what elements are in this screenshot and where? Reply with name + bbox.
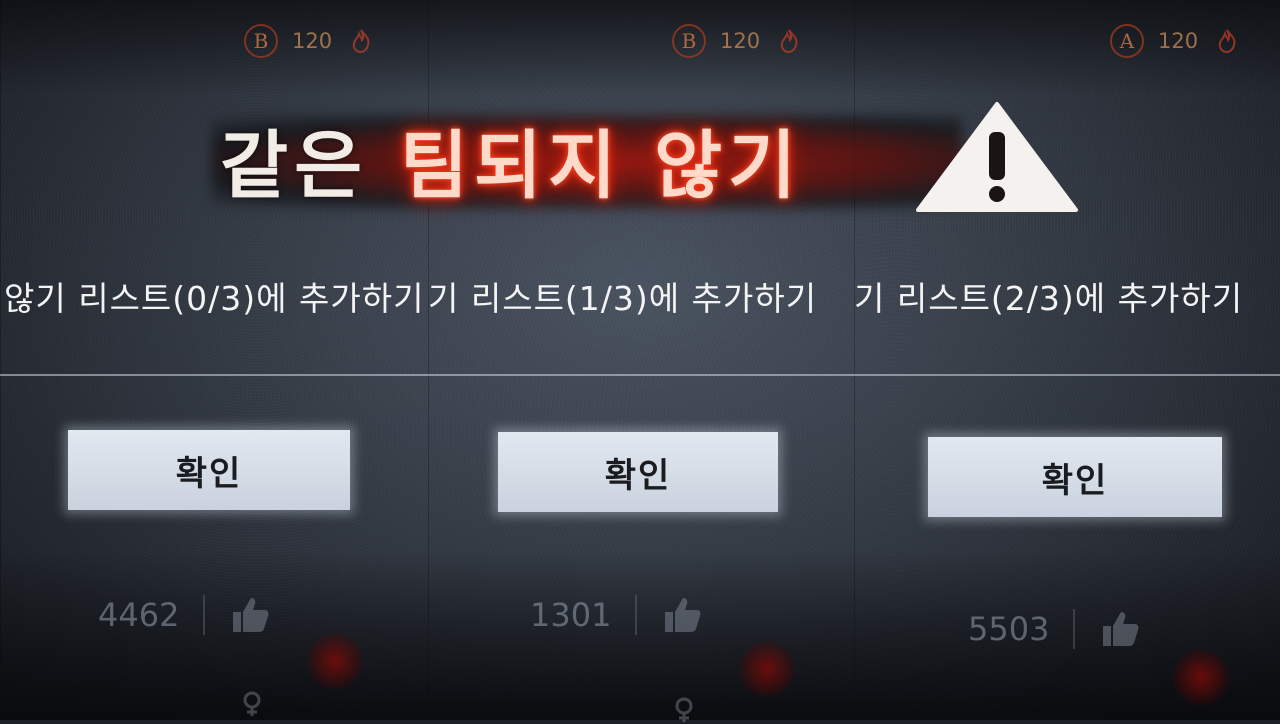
dialog-message: 않기 리스트(0/3)에 추가하기 [4,279,425,318]
like-count: 1301 [530,596,612,634]
stat-separator [203,595,206,635]
panel-1-stats: 4462 [98,592,273,638]
status-orb [1172,648,1230,706]
like-count: 5503 [968,610,1050,648]
stat-separator [635,595,638,635]
flame-icon [1212,26,1242,56]
grade-value: 120 [1158,29,1199,53]
stat-separator [1073,609,1076,649]
panel-1-topbar: B 120 [244,24,376,58]
confirm-button[interactable]: 확인 [68,430,350,510]
dialog-message: 기 리스트(1/3)에 추가하기 [428,279,818,318]
dialog-message: 기 리스트(2/3)에 추가하기 [854,279,1244,318]
thumbs-up-icon[interactable] [1097,606,1143,652]
flame-icon [346,26,376,56]
grade-value: 120 [292,29,333,53]
thumbs-up-icon[interactable] [659,592,705,638]
divider [0,374,1280,376]
panel-3-topbar: A 120 [1110,24,1242,58]
subtitle-row: 않기 리스트(0/3)에 추가하기 기 리스트(1/3)에 추가하기 기 리스트… [0,272,1280,328]
top-shade [0,0,1280,95]
title-white-part: 같은 [220,123,400,209]
thumbs-up-icon[interactable] [227,592,273,638]
panel-3-stats: 5503 [968,606,1143,652]
status-orb [306,632,364,690]
title-red-part: 팀되지 않기 [399,123,803,209]
panel-2-topbar: B 120 [672,24,804,58]
gender-icon [243,691,261,716]
panel-2-stats: 1301 [530,592,705,638]
grade-emblem-icon: A [1110,24,1144,58]
confirm-button[interactable]: 확인 [928,437,1222,517]
warning-triangle-icon [916,102,1078,212]
grade-emblem-icon: B [672,24,706,58]
grade-emblem-icon: B [244,24,278,58]
title-banner: 같은 팀되지 않기 [212,98,1092,218]
dialog-title: 같은 팀되지 않기 [220,106,802,213]
confirm-button[interactable]: 확인 [498,432,778,512]
grade-value: 120 [720,29,761,53]
flame-icon [774,26,804,56]
like-count: 4462 [98,596,180,634]
status-orb [738,640,796,698]
